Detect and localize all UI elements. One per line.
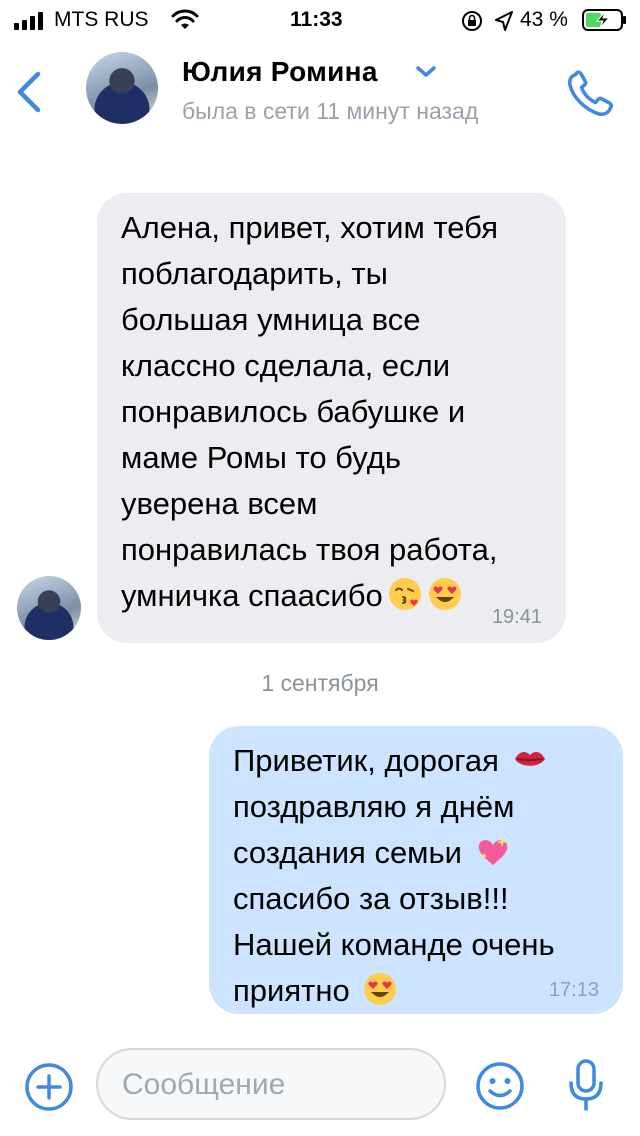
message-line: классно сделала, если	[121, 348, 451, 383]
message-text: приятно	[233, 973, 350, 1008]
message-line: приятно	[233, 968, 603, 1014]
back-icon[interactable]	[14, 70, 44, 114]
message-line: уверена всем	[121, 486, 318, 521]
plus-icon[interactable]	[24, 1062, 74, 1112]
avatar[interactable]	[86, 52, 158, 124]
message-input[interactable]: Сообщение	[96, 1048, 446, 1120]
location-icon	[495, 11, 513, 31]
kissing-face-emoji-icon	[388, 578, 421, 610]
chevron-down-icon[interactable]	[414, 64, 438, 80]
message-line: понравилась твоя работа,	[121, 532, 498, 567]
battery-percent: 43 %	[520, 8, 568, 31]
last-seen-status: была в сети 11 минут назад	[182, 98, 479, 124]
message-bubble-outgoing[interactable]: Приветик, дорогая поздравляю я днём созд…	[209, 726, 623, 1014]
battery-charging-icon	[582, 9, 626, 31]
message-placeholder: Сообщение	[122, 1068, 286, 1101]
wifi-icon	[171, 9, 199, 29]
message-line: спасибо за отзыв!!!	[233, 881, 509, 916]
sender-avatar[interactable]	[17, 576, 81, 640]
message-line: Алена, привет, хотим тебя	[121, 210, 499, 245]
rotation-lock-icon	[462, 11, 482, 31]
composer-bar: Сообщение	[0, 1040, 640, 1136]
message-line: Приветик, дорогая	[233, 738, 603, 784]
message-line: создания семьи	[233, 830, 603, 876]
message-line: поблагодарить, ты	[121, 256, 388, 291]
message-line: Нашей команде очень	[233, 927, 555, 962]
chat-screen: MTS RUS 11:33 43 % Юлия Ромина была в се…	[0, 0, 640, 1136]
carrier-name: MTS RUS	[54, 8, 149, 31]
message-bubble-incoming[interactable]: Алена, привет, хотим тебя поблагодарить,…	[97, 193, 566, 643]
message-line: понравилось бабушке и	[121, 394, 466, 429]
heart-eyes-emoji-icon	[428, 578, 461, 610]
message-text: Приветик, дорогая	[233, 743, 499, 778]
chat-header: Юлия Ромина была в сети 11 минут назад	[0, 40, 640, 150]
phone-icon[interactable]	[566, 70, 616, 118]
message-text: умничка спаасибо	[121, 578, 383, 613]
message-text: создания семьи	[233, 835, 462, 870]
clock: 11:33	[290, 8, 343, 31]
kiss-lips-emoji-icon	[514, 752, 545, 766]
message-line-last: умничка спаасибо	[121, 573, 546, 619]
microphone-icon[interactable]	[566, 1058, 606, 1114]
message-line: поздравляю я днём	[233, 789, 515, 824]
message-time: 17:13	[548, 979, 599, 1001]
smile-icon[interactable]	[474, 1060, 526, 1112]
contact-name[interactable]: Юлия Ромина	[182, 56, 378, 88]
signal-icon	[14, 12, 43, 30]
heart-eyes-emoji-icon	[364, 973, 397, 1005]
status-bar: MTS RUS 11:33 43 %	[0, 0, 640, 40]
sparkling-heart-emoji-icon	[478, 837, 507, 865]
date-divider: 1 сентября	[261, 670, 379, 696]
message-line: большая умница все	[121, 302, 421, 337]
message-time: 19:41	[491, 606, 542, 628]
message-line: маме Ромы то будь	[121, 440, 401, 475]
